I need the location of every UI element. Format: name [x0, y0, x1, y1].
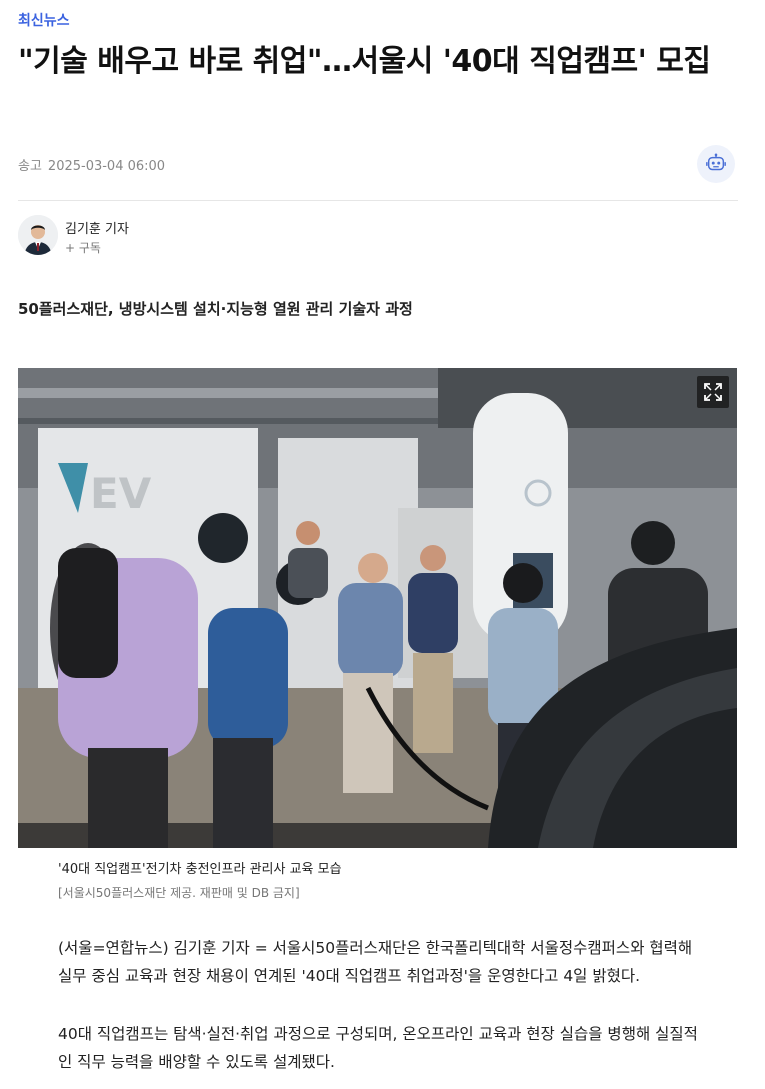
ai-assistant-button[interactable]	[697, 145, 735, 183]
header-divider	[18, 200, 738, 201]
article-subheadline: 50플러스재단, 냉방시스템 설치·지능형 열원 관리 기술자 과정	[18, 300, 413, 318]
photo-credit: [서울시50플러스재단 제공. 재판매 및 DB 금지]	[58, 886, 300, 900]
body-paragraph: 40대 직업캠프는 탐색·실전·취업 과정으로 구성되며, 온오프라인 교육과 …	[58, 1025, 698, 1071]
publish-label: 송고	[18, 159, 42, 174]
reporter-avatar[interactable]	[18, 215, 58, 255]
publish-dateline: 송고 2025-03-04 06:00	[18, 155, 171, 174]
article-photo[interactable]: EV	[18, 368, 737, 848]
photo-logo-text: EV	[90, 469, 152, 518]
photo-expand-button[interactable]	[697, 376, 729, 408]
reporter-name[interactable]: 김기훈 기자	[65, 218, 129, 237]
article-page: 최신뉴스 "기술 배우고 바로 취업"…서울시 '40대 직업캠프' 모집 송고…	[0, 0, 765, 1089]
robot-icon	[706, 153, 726, 171]
article-headline: "기술 배우고 바로 취업"…서울시 '40대 직업캠프' 모집	[18, 44, 711, 79]
subscribe-button[interactable]: + 구독	[65, 239, 101, 256]
photo-caption: '40대 직업캠프'전기차 충전인프라 관리사 교육 모습	[58, 862, 342, 877]
photo-illustration: EV	[18, 368, 737, 848]
body-paragraph: (서울=연합뉴스) 김기훈 기자 = 서울시50플러스재단은 한국폴리텍대학 서…	[58, 939, 693, 985]
publish-datetime: 2025-03-04 06:00	[47, 159, 166, 174]
expand-icon	[704, 383, 722, 401]
category-link[interactable]: 최신뉴스	[18, 10, 70, 30]
